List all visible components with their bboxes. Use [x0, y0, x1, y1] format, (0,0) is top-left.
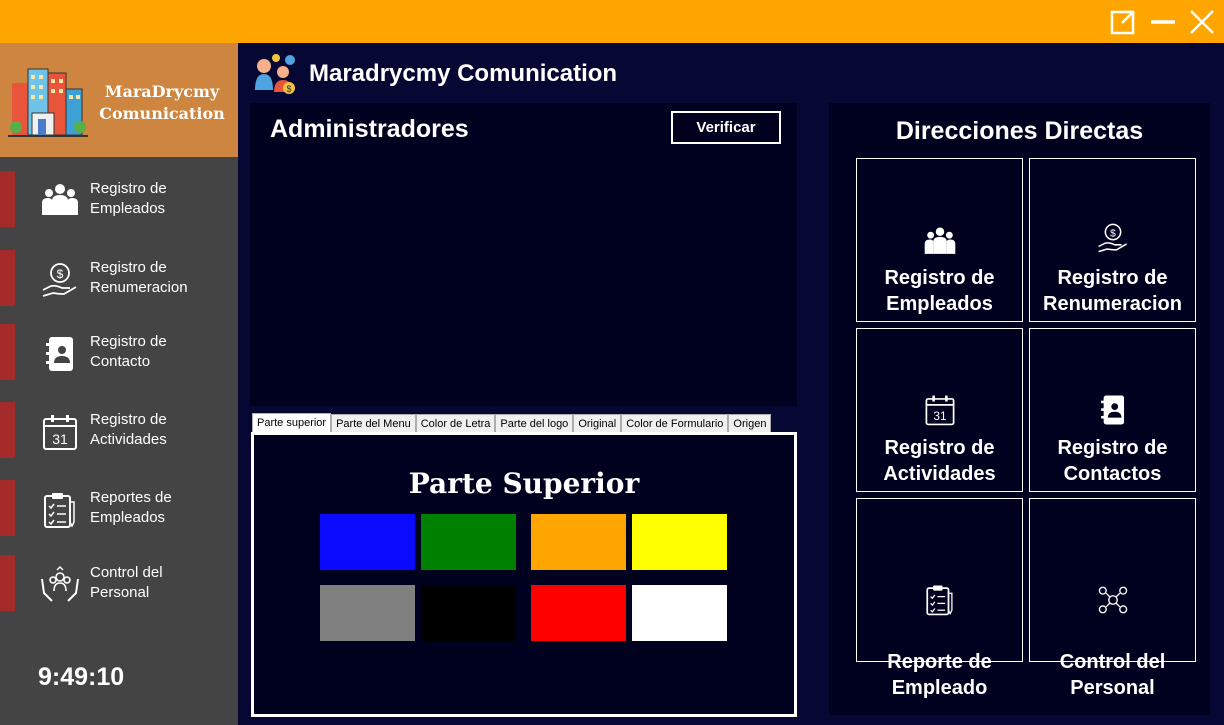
svg-text:$: $: [1110, 228, 1116, 239]
clipboard-report-icon: [926, 585, 953, 616]
svg-text:$: $: [57, 267, 64, 281]
tile-label: Registro de Actividades: [883, 437, 996, 485]
buildings-logo-icon: [8, 68, 88, 137]
users-icon: [924, 227, 956, 254]
tab-parte-superior[interactable]: Parte superior: [252, 413, 332, 433]
nav-marker: [0, 171, 15, 227]
color-swatch-green[interactable]: [421, 514, 516, 570]
money-hand-icon: $: [1098, 223, 1127, 253]
sidebar-item-label: Registro de Actividades: [90, 411, 167, 448]
color-swatch-black[interactable]: [421, 585, 516, 641]
admin-panel: Administradores Verificar: [250, 103, 797, 406]
color-swatch-orange[interactable]: [531, 514, 626, 570]
money-hand-icon: $: [42, 263, 77, 297]
calendar-icon: 31: [925, 395, 955, 426]
svg-text:$: $: [286, 84, 291, 94]
color-swatch-white[interactable]: [632, 585, 727, 641]
users-icon: [42, 184, 78, 215]
sidebar-item-label: Reportes de Empleados: [90, 489, 172, 526]
tab-origen[interactable]: Origen: [728, 414, 772, 433]
nav-marker: [0, 402, 15, 458]
tab-color-de-letra[interactable]: Color de Letra: [415, 414, 496, 433]
app-title: Maradrycmy Comunication: [309, 60, 618, 87]
clipboard-report-icon: [44, 493, 75, 528]
sidebar: MaraDrycmy Comunication Registro de Empl…: [0, 43, 238, 725]
sidebar-item-registro-actividades[interactable]: 31 Registro de Actividades: [0, 402, 238, 458]
tile-label: Registro de Empleados: [884, 267, 995, 315]
tab-original[interactable]: Original: [573, 414, 622, 433]
clock: 9:49:10: [38, 663, 125, 691]
logo-panel: MaraDrycmy Comunication: [0, 43, 238, 157]
sidebar-item-registro-contacto[interactable]: Registro de Contacto: [0, 324, 238, 380]
close-icon[interactable]: [1187, 7, 1217, 37]
settings-tab-bar: Parte superior Parte del Menu Color de L…: [252, 413, 772, 433]
svg-text:31: 31: [933, 409, 947, 423]
tile-control-personal[interactable]: Control del Personal: [1029, 498, 1196, 699]
verify-button[interactable]: Verificar: [671, 111, 781, 144]
nav-marker: [0, 480, 15, 536]
people-hands-icon: [41, 566, 79, 602]
tile-label: Registro de Contactos: [1057, 437, 1168, 485]
direct-links-panel: Direcciones Directas Registro de Emplead…: [829, 103, 1210, 715]
tile-registro-contactos[interactable]: Registro de Contactos: [1029, 328, 1196, 492]
sidebar-item-registro-empleados[interactable]: Registro de Empleados: [0, 171, 238, 227]
admin-title: Administradores: [270, 115, 469, 143]
contact-book-icon: [46, 337, 73, 371]
tab-parte-del-menu[interactable]: Parte del Menu: [331, 414, 416, 433]
nav-marker: [0, 555, 15, 611]
tile-label: Registro de Renumeracion: [1043, 267, 1182, 315]
color-swatch-red[interactable]: [531, 585, 626, 641]
tab-panel-title: Parte Superior: [408, 467, 640, 500]
sidebar-item-label: Control del Personal: [90, 564, 163, 601]
color-swatch-yellow[interactable]: [632, 514, 727, 570]
title-bar: [0, 0, 1224, 43]
color-swatch-blue[interactable]: [320, 514, 415, 570]
tab-color-de-formulario[interactable]: Color de Formulario: [621, 414, 729, 433]
color-swatch-gray[interactable]: [320, 585, 415, 641]
tile-registro-renumeracion[interactable]: $ Registro de Renumeracion: [1029, 158, 1196, 322]
nav-marker: [0, 250, 15, 306]
settings-tab-panel: Parte Superior: [251, 432, 797, 717]
sidebar-item-label: Registro de Renumeracion: [90, 259, 188, 296]
direct-links-title: Direcciones Directas: [895, 117, 1144, 145]
sidebar-item-label: Registro de Empleados: [90, 180, 167, 217]
logo-title: MaraDrycmy Comunication: [99, 82, 225, 123]
team-icon: $: [255, 54, 295, 94]
sidebar-item-label: Registro de Contacto: [90, 333, 167, 370]
calendar-icon: 31: [43, 415, 77, 450]
sidebar-item-reportes-empleados[interactable]: Reportes de Empleados: [0, 480, 238, 536]
people-network-icon: [1098, 586, 1128, 614]
tile-registro-empleados[interactable]: Registro de Empleados: [856, 158, 1023, 322]
tile-label: Reporte de Empleado: [887, 651, 992, 699]
minimize-icon[interactable]: [1148, 7, 1178, 37]
maximize-icon[interactable]: [1108, 7, 1138, 37]
sidebar-item-registro-renumeracion[interactable]: $ Registro de Renumeracion: [0, 250, 238, 306]
tab-parte-del-logo[interactable]: Parte del logo: [495, 414, 574, 433]
tile-registro-actividades[interactable]: 31 Registro de Actividades: [856, 328, 1023, 492]
nav-marker: [0, 324, 15, 380]
tile-reporte-empleado[interactable]: Reporte de Empleado: [856, 498, 1023, 699]
contact-book-icon: [1101, 395, 1125, 425]
svg-text:31: 31: [52, 431, 68, 447]
sidebar-item-control-personal[interactable]: Control del Personal: [0, 555, 238, 611]
tile-label: Control del Personal: [1059, 651, 1166, 699]
